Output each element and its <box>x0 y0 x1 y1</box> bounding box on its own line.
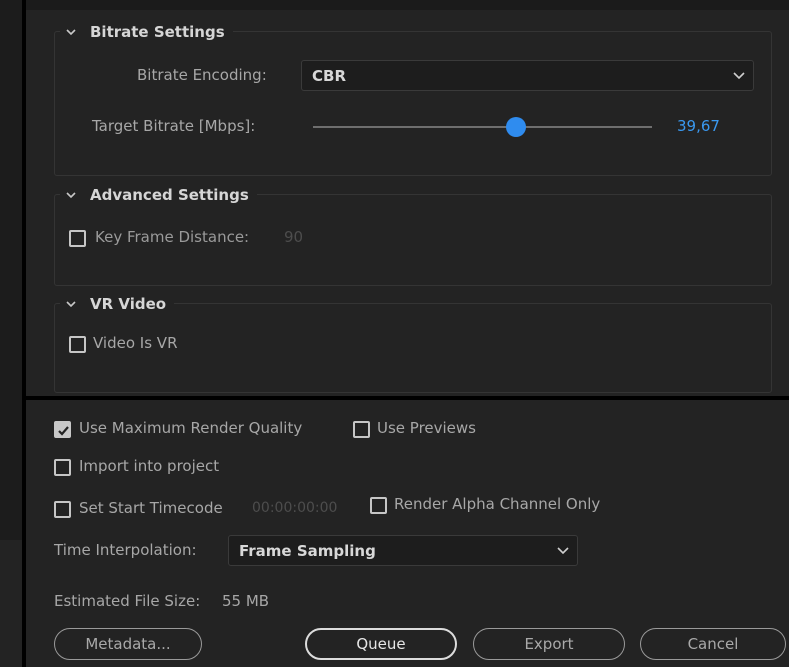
target-bitrate-label: Target Bitrate [Mbps]: <box>92 117 256 135</box>
checkmark-icon <box>58 426 69 436</box>
key-frame-distance-checkbox[interactable] <box>69 230 86 247</box>
section-divider <box>26 396 789 400</box>
estimated-file-size-label: Estimated File Size: <box>54 592 201 610</box>
use-max-render-quality-label: Use Maximum Render Quality <box>79 419 303 437</box>
bitrate-settings-header[interactable]: Bitrate Settings <box>60 21 233 43</box>
chevron-down-icon <box>557 546 569 554</box>
target-bitrate-value[interactable]: 39,67 <box>677 117 720 135</box>
video-is-vr-label: Video Is VR <box>93 334 178 352</box>
bitrate-encoding-label: Bitrate Encoding: <box>137 66 267 84</box>
metadata-button[interactable]: Metadata... <box>54 628 202 660</box>
bitrate-encoding-value: CBR <box>312 66 346 85</box>
cancel-button[interactable]: Cancel <box>640 628 786 660</box>
use-previews-label: Use Previews <box>377 419 476 437</box>
vr-video-title: VR Video <box>90 295 167 313</box>
bitrate-settings-title: Bitrate Settings <box>90 23 225 41</box>
chevron-down-icon <box>733 71 745 79</box>
key-frame-distance-label: Key Frame Distance: <box>95 228 250 246</box>
advanced-settings-title: Advanced Settings <box>90 186 249 204</box>
left-panel-edge-lower <box>0 540 22 667</box>
top-bar <box>26 0 789 10</box>
key-frame-distance-value[interactable]: 90 <box>284 228 303 246</box>
advanced-settings-header[interactable]: Advanced Settings <box>60 184 257 206</box>
use-previews-checkbox[interactable] <box>353 421 370 438</box>
target-bitrate-slider-track[interactable] <box>313 126 652 128</box>
time-interpolation-select[interactable]: Frame Sampling <box>228 535 578 566</box>
video-is-vr-checkbox[interactable] <box>69 336 86 353</box>
use-max-render-quality-checkbox[interactable] <box>54 421 71 438</box>
chevron-down-icon <box>66 301 76 308</box>
estimated-file-size-value: 55 MB <box>222 592 270 610</box>
set-start-timecode-checkbox[interactable] <box>54 501 71 518</box>
bitrate-settings-group <box>54 31 772 176</box>
set-start-timecode-label: Set Start Timecode <box>79 499 223 517</box>
import-into-project-checkbox[interactable] <box>54 459 71 476</box>
time-interpolation-value: Frame Sampling <box>239 541 376 560</box>
import-into-project-label: Import into project <box>79 457 220 475</box>
render-alpha-only-checkbox[interactable] <box>370 497 387 514</box>
queue-button[interactable]: Queue <box>305 628 457 660</box>
chevron-down-icon <box>66 192 76 199</box>
left-panel-edge <box>0 0 22 540</box>
start-timecode-value[interactable]: 00:00:00:00 <box>252 500 337 516</box>
time-interpolation-label: Time Interpolation: <box>54 541 197 559</box>
render-alpha-only-label: Render Alpha Channel Only <box>394 495 601 513</box>
chevron-down-icon <box>66 29 76 36</box>
export-button[interactable]: Export <box>473 628 625 660</box>
bitrate-encoding-select[interactable]: CBR <box>301 60 754 91</box>
vr-video-header[interactable]: VR Video <box>60 293 175 315</box>
